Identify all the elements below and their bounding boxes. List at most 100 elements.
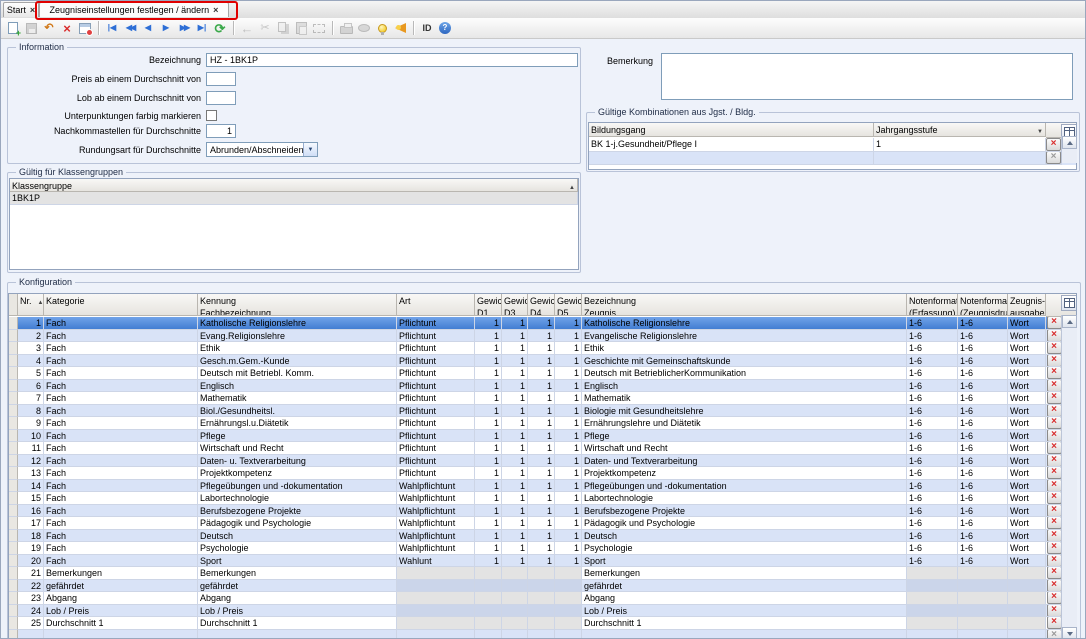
grid-cell[interactable]: 1 (502, 342, 528, 355)
nav-last-button[interactable]: ▶| (193, 20, 211, 37)
grid-cell[interactable]: Pflichtunt (397, 355, 475, 368)
grid-cell[interactable]: 1-6 (907, 330, 958, 343)
grid-cell[interactable]: 16 (18, 505, 44, 518)
grid-cell[interactable]: 1 (502, 430, 528, 443)
column-header-d4[interactable]: Gewicht D4 (528, 294, 555, 316)
delete-row-button[interactable]: × (1047, 330, 1062, 342)
grid-cell[interactable]: 1-6 (958, 442, 1008, 455)
edit-form-button[interactable] (76, 20, 94, 37)
grid-cell[interactable]: Ethik (198, 342, 397, 355)
grid-cell[interactable]: Wort (1008, 492, 1046, 505)
grid-cell[interactable]: Pflichtunt (397, 392, 475, 405)
delete-row-button[interactable]: × (1047, 442, 1062, 454)
grid-cell[interactable]: 1-6 (907, 530, 958, 543)
grid-cell[interactable]: gefährdet (198, 580, 397, 593)
grid-cell[interactable]: Pflichtunt (397, 342, 475, 355)
delete-row-button[interactable]: × (1047, 480, 1062, 492)
grid-cell[interactable]: 1 (502, 542, 528, 555)
grid-cell[interactable]: Evangelische Religionslehre (582, 330, 907, 343)
grid-cell[interactable]: Wort (1008, 355, 1046, 368)
table-row[interactable]: 11FachWirtschaft und RechtPflichtunt1111… (9, 442, 1076, 455)
grid-cell[interactable]: 1-6 (907, 442, 958, 455)
grid-cell[interactable]: 1-6 (907, 480, 958, 493)
grid-cell[interactable]: 17 (18, 517, 44, 530)
delete-row-button[interactable]: × (1047, 492, 1062, 504)
grid-cell[interactable]: 1 (502, 317, 528, 330)
grid-cell[interactable]: Wort (1008, 380, 1046, 393)
grid-cell[interactable]: 1 (555, 392, 582, 405)
grid-cell[interactable]: Pflichtunt (397, 455, 475, 468)
grid-cell[interactable]: 1 (528, 442, 555, 455)
grid-cell[interactable]: 1 (502, 467, 528, 480)
grid-cell[interactable]: 1-6 (907, 342, 958, 355)
notify-button[interactable] (391, 20, 409, 37)
grid-cell[interactable]: Abgang (582, 592, 907, 605)
grid-cell[interactable] (502, 617, 528, 630)
grid-cell[interactable]: 7 (18, 392, 44, 405)
customize-columns-button[interactable] (1061, 295, 1077, 311)
grid-cell[interactable]: Fach (44, 317, 198, 330)
grid-cell[interactable] (502, 592, 528, 605)
grid-cell[interactable]: Fach (44, 492, 198, 505)
grid-cell[interactable]: Wort (1008, 555, 1046, 568)
delete-row-button[interactable]: × (1046, 152, 1061, 165)
grid-cell[interactable]: Wahlunt (397, 555, 475, 568)
delete-row-button[interactable]: × (1047, 517, 1062, 529)
table-row[interactable]: 4FachGesch.m.Gem.-KundePflichtunt1111Ges… (9, 355, 1076, 368)
grid-cell[interactable]: 1BK1P (10, 192, 578, 205)
delete-row-button[interactable]: × (1047, 555, 1062, 567)
grid-cell[interactable] (589, 152, 874, 166)
grid-cell[interactable]: 1 (502, 442, 528, 455)
column-header-nfe[interactable]: Notenformat (Erfassung) (907, 294, 958, 316)
grid-cell[interactable]: Wort (1008, 542, 1046, 555)
grid-cell[interactable] (502, 567, 528, 580)
table-row[interactable]: 2FachEvang.ReligionslehrePflichtunt1111E… (9, 330, 1076, 343)
grid-cell[interactable]: Fach (44, 417, 198, 430)
grid-cell[interactable]: 1 (555, 317, 582, 330)
table-row[interactable]: 21BemerkungenBemerkungenBemerkungen× (9, 567, 1076, 580)
cut-button[interactable]: ✂ (256, 20, 274, 37)
grid-cell[interactable]: Abgang (198, 592, 397, 605)
grid-cell[interactable]: Pflichtunt (397, 442, 475, 455)
grid-cell[interactable]: 1 (555, 505, 582, 518)
grid-cell[interactable] (502, 580, 528, 593)
delete-row-button[interactable]: × (1047, 342, 1062, 354)
grid-cell[interactable]: Ethik (582, 342, 907, 355)
grid-cell[interactable]: 1 (502, 492, 528, 505)
grid-cell[interactable]: Wort (1008, 455, 1046, 468)
grid-cell[interactable]: 1 (555, 517, 582, 530)
grid-cell[interactable]: 1-6 (907, 492, 958, 505)
grid-cell[interactable] (907, 592, 958, 605)
grid-cell[interactable]: Fach (44, 517, 198, 530)
grid-cell[interactable]: 25 (18, 617, 44, 630)
delete-row-button[interactable]: × (1047, 580, 1062, 592)
grid-cell[interactable] (475, 567, 502, 580)
grid-cell[interactable]: 22 (18, 580, 44, 593)
grid-cell[interactable]: 12 (18, 455, 44, 468)
grid-cell[interactable]: 1 (475, 342, 502, 355)
grid-cell[interactable]: 1 (528, 317, 555, 330)
filter-dropdown-icon[interactable]: ▼ (1037, 126, 1043, 137)
grid-cell[interactable]: 1 (475, 467, 502, 480)
grid-cell[interactable]: Wahlpflichtunt (397, 492, 475, 505)
grid-cell[interactable]: 1 (502, 405, 528, 418)
delete-row-button[interactable]: × (1047, 355, 1062, 367)
grid-cell[interactable]: Sport (198, 555, 397, 568)
table-row-empty[interactable]: × (9, 630, 1076, 639)
grid-cell[interactable] (1008, 580, 1046, 593)
grid-cell[interactable]: 1-6 (958, 380, 1008, 393)
grid-cell[interactable] (958, 605, 1008, 618)
grid-cell[interactable]: Lob / Preis (582, 605, 907, 618)
grid-cell[interactable]: 1 (528, 555, 555, 568)
grid-cell[interactable]: 1 (555, 442, 582, 455)
grid-cell[interactable]: 1 (502, 355, 528, 368)
table-row[interactable]: 15FachLabortechnologieWahlpflichtunt1111… (9, 492, 1076, 505)
grid-cell[interactable]: 1-6 (958, 467, 1008, 480)
grid-cell[interactable] (475, 592, 502, 605)
table-row[interactable]: 19FachPsychologieWahlpflichtunt1111Psych… (9, 542, 1076, 555)
grid-cell[interactable]: 1 (528, 355, 555, 368)
grid-cell[interactable]: 1 (502, 517, 528, 530)
grid-cell[interactable]: 10 (18, 430, 44, 443)
grid-cell[interactable] (907, 567, 958, 580)
grid-cell[interactable]: Fach (44, 430, 198, 443)
